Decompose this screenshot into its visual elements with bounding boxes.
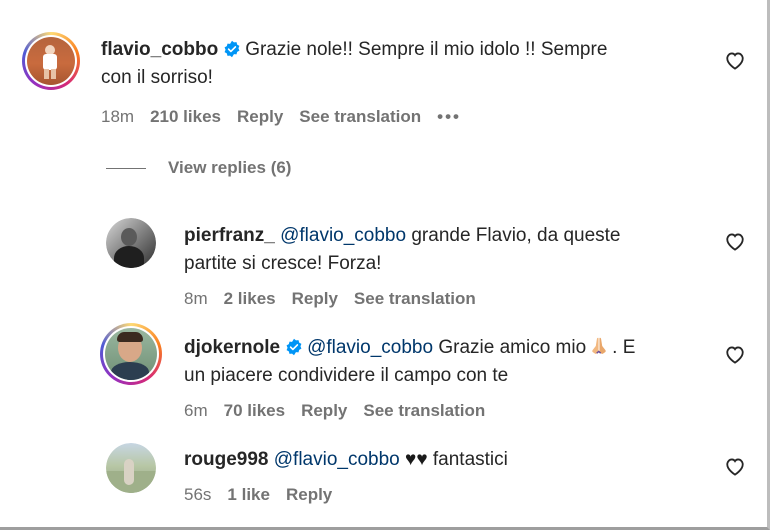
avatar-image — [106, 443, 156, 493]
reply-text: djokernole @flavio_cobbo Grazie amico mio… — [184, 334, 704, 390]
timestamp[interactable]: 56s — [184, 485, 211, 505]
username[interactable]: flavio_cobbo — [101, 39, 218, 60]
comments-panel: flavio_cobbo Grazie nole!! Sempre il mio … — [0, 0, 770, 530]
reply-body: grande Flavio, da queste — [411, 225, 621, 246]
username[interactable]: pierfranz_ — [184, 225, 275, 246]
timestamp[interactable]: 8m — [184, 289, 208, 309]
username[interactable]: rouge998 — [184, 449, 268, 470]
reply-body: Grazie amico mio — [438, 337, 587, 358]
avatar[interactable] — [22, 32, 80, 90]
likes-count[interactable]: 1 like — [227, 485, 270, 505]
reply-text: pierfranz_ @flavio_cobbo grande Flavio, … — [184, 222, 704, 278]
username[interactable]: djokernole — [184, 337, 280, 358]
praying-hands-emoji — [592, 337, 606, 354]
timestamp[interactable]: 6m — [184, 401, 208, 421]
divider — [106, 167, 146, 169]
reply-button[interactable]: Reply — [292, 289, 338, 309]
reply-body: fantastici — [432, 449, 508, 470]
mention-link[interactable]: @flavio_cobbo — [280, 225, 406, 246]
avatar[interactable] — [100, 323, 162, 385]
comment-body-line2: con il sorriso! — [101, 67, 213, 88]
reply-body-end: . E — [612, 337, 636, 358]
likes-count[interactable]: 210 likes — [150, 107, 221, 127]
verified-badge-icon — [286, 338, 302, 356]
comment-text: flavio_cobbo Grazie nole!! Sempre il mio … — [101, 36, 701, 92]
view-replies-button[interactable]: View replies (6) — [106, 158, 291, 178]
see-translation-button[interactable]: See translation — [354, 289, 476, 309]
mention-link[interactable]: @flavio_cobbo — [274, 449, 400, 470]
avatar-image — [106, 218, 156, 268]
comment-body: Grazie nole!! Sempre il mio idolo !! Sem… — [245, 39, 608, 60]
heart-outline-icon[interactable] — [724, 344, 746, 364]
reply-body-line2: partite si cresce! Forza! — [184, 253, 382, 274]
see-translation-button[interactable]: See translation — [363, 401, 485, 421]
likes-count[interactable]: 70 likes — [224, 401, 285, 421]
more-options-button[interactable]: ••• — [437, 107, 461, 127]
timestamp[interactable]: 18m — [101, 107, 134, 127]
heart-outline-icon[interactable] — [724, 50, 746, 70]
reply-button[interactable]: Reply — [237, 107, 283, 127]
reply-meta: 8m 2 likes Reply See translation — [184, 289, 492, 309]
avatar[interactable] — [106, 218, 156, 268]
heart-outline-icon[interactable] — [724, 231, 746, 251]
hearts-emoji: ♥♥ — [405, 449, 428, 470]
avatar[interactable] — [106, 443, 156, 493]
verified-badge-icon — [224, 40, 240, 58]
view-replies-label: View replies (6) — [168, 158, 292, 177]
heart-outline-icon[interactable] — [724, 456, 746, 476]
reply-meta: 56s 1 like Reply — [184, 485, 348, 505]
reply-text: rouge998 @flavio_cobbo ♥♥ fantastici — [184, 446, 704, 474]
reply-body-line2: un piacere condividere il campo con te — [184, 365, 509, 386]
avatar-image — [105, 328, 157, 380]
reply-button[interactable]: Reply — [286, 485, 332, 505]
reply-button[interactable]: Reply — [301, 401, 347, 421]
mention-link[interactable]: @flavio_cobbo — [307, 337, 433, 358]
see-translation-button[interactable]: See translation — [299, 107, 421, 127]
comment-meta: 18m 210 likes Reply See translation ••• — [101, 107, 477, 127]
reply-meta: 6m 70 likes Reply See translation — [184, 401, 501, 421]
avatar-image — [27, 37, 75, 85]
likes-count[interactable]: 2 likes — [224, 289, 276, 309]
